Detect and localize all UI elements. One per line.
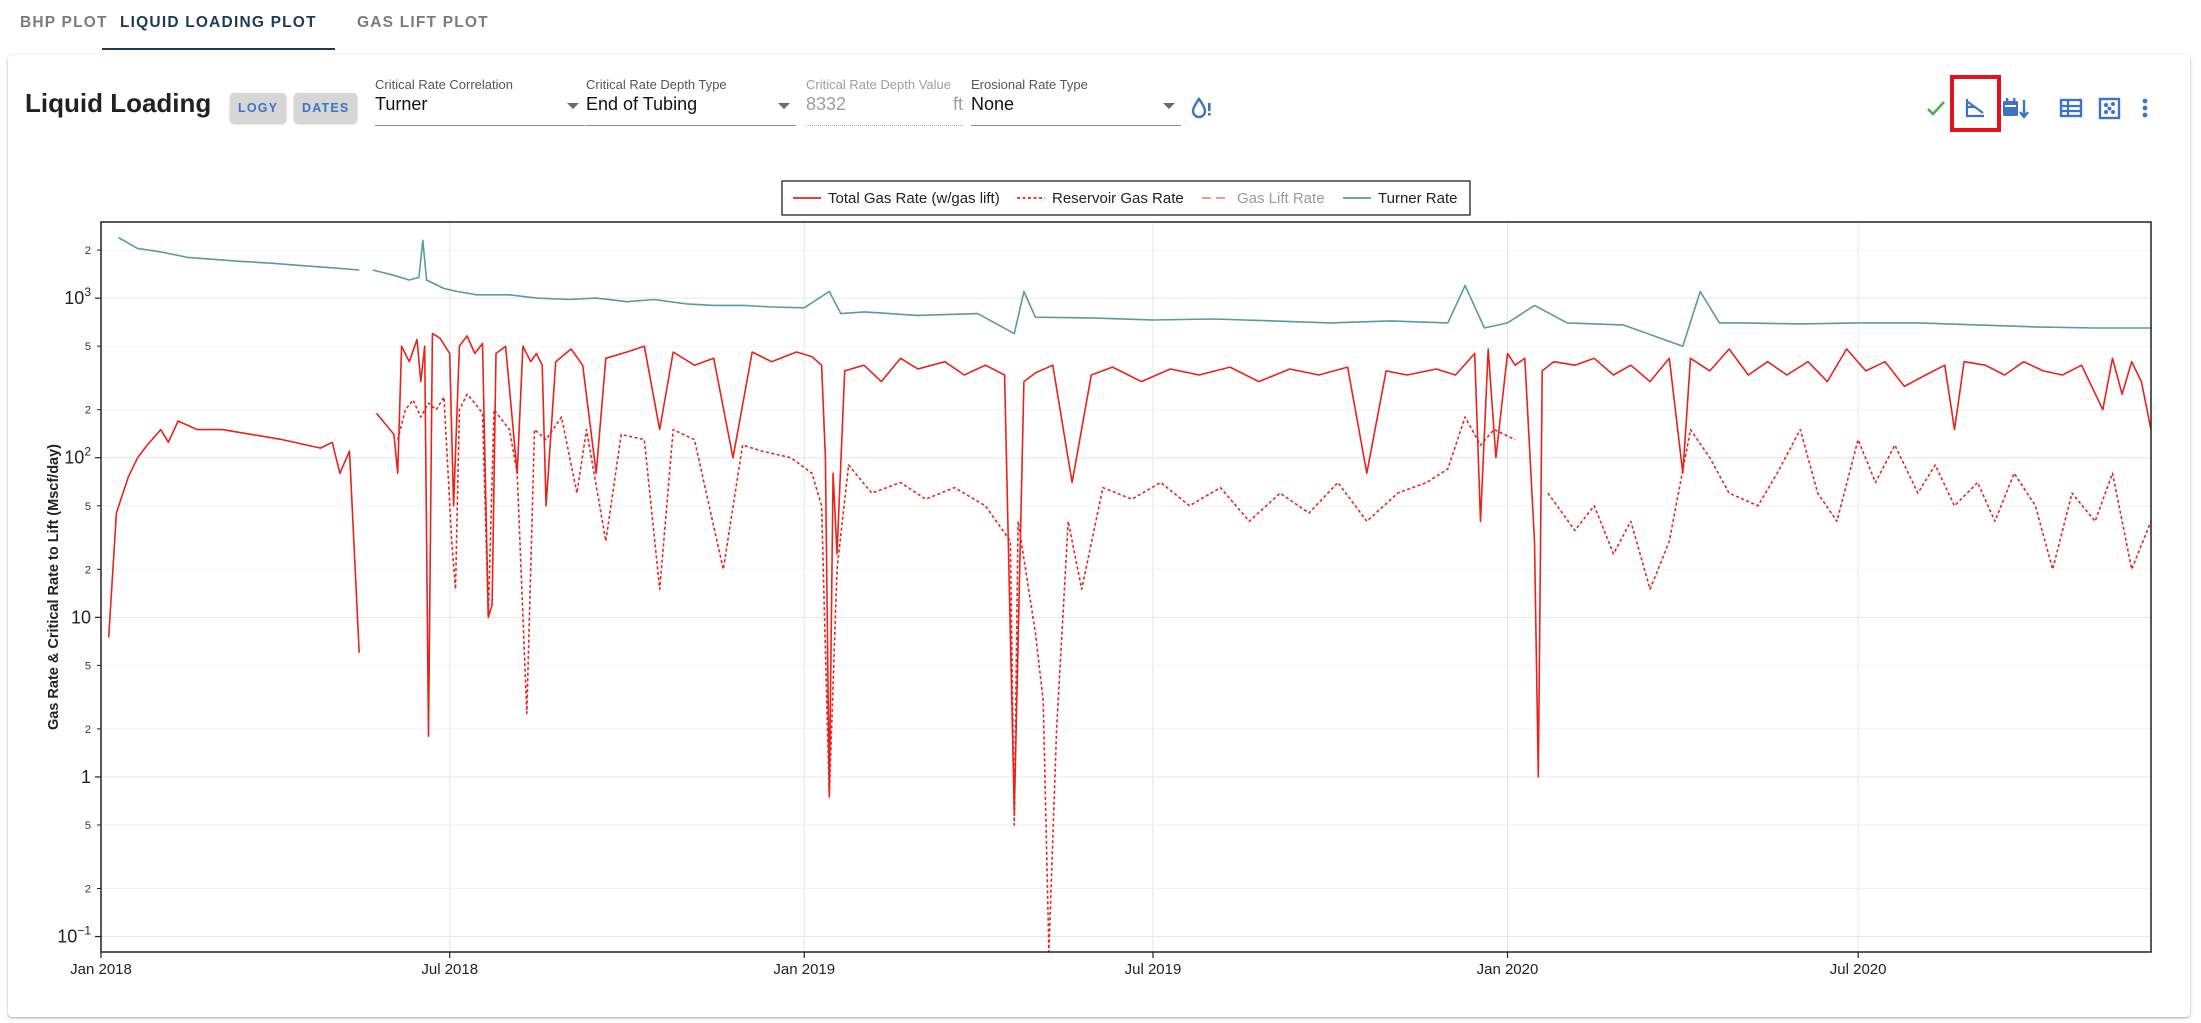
- y-minor-tick-label: 2: [85, 405, 91, 417]
- x-tick-label: Jul 2019: [1125, 961, 1182, 978]
- x-tick-label: Jul 2018: [421, 961, 478, 978]
- plot-area: [101, 222, 2151, 952]
- legend-label: Total Gas Rate (w/gas lift): [828, 190, 1000, 207]
- y-tick-label: 103: [64, 285, 91, 308]
- x-tick-label: Jul 2020: [1830, 961, 1887, 978]
- y-minor-tick-label: 2: [85, 245, 91, 257]
- y-minor-tick-label: 2: [85, 564, 91, 576]
- y-tick-label: 10−1: [57, 924, 91, 947]
- y-minor-tick-label: 5: [85, 820, 91, 832]
- legend-label: Gas Lift Rate: [1237, 190, 1325, 207]
- y-minor-tick-label: 5: [85, 501, 91, 513]
- y-tick-label: 1: [81, 767, 91, 787]
- y-tick-label: 102: [64, 445, 91, 468]
- x-tick-label: Jan 2020: [1477, 961, 1539, 978]
- y-tick-label: 10: [71, 607, 91, 627]
- legend-label: Reservoir Gas Rate: [1052, 190, 1184, 207]
- liquid-loading-chart: Jan 2018 Jul 2018 Jan 2019 Jul 2019 Jan 2020…: [46, 180, 2152, 978]
- x-tick-label: Jan 2018: [70, 961, 132, 978]
- y-minor-tick-label: 5: [85, 341, 91, 353]
- y-axis-title: Gas Rate & Critical Rate to Lift (Mscf/d…: [46, 444, 62, 730]
- legend-label: Turner Rate: [1378, 190, 1457, 207]
- y-minor-tick-label: 2: [85, 724, 91, 736]
- y-minor-tick-label: 5: [85, 660, 91, 672]
- x-tick-label: Jan 2019: [773, 961, 835, 978]
- y-minor-tick-label: 2: [85, 883, 91, 895]
